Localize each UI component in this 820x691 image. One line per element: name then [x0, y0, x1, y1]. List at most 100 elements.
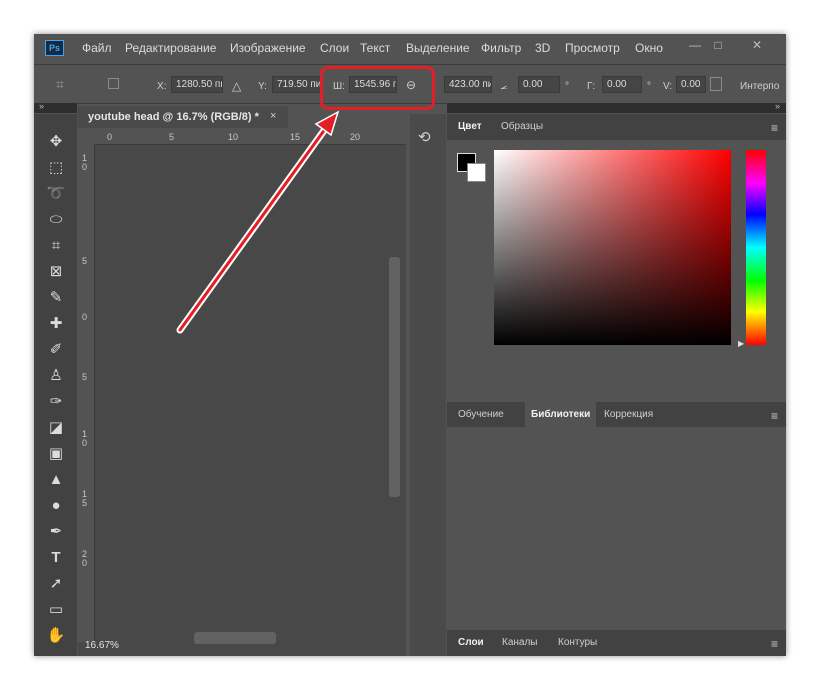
warp-icon[interactable] — [710, 77, 722, 91]
angle-field[interactable]: 0.00 — [518, 76, 560, 93]
document-close-icon[interactable]: × — [270, 110, 276, 122]
angle-icon: ⦟ — [500, 78, 508, 92]
ruler-left-label: 2 0 — [82, 549, 88, 568]
frame-icon[interactable]: ⊠ — [46, 262, 66, 282]
history-brush-icon[interactable]: ✑ — [46, 392, 66, 412]
menu-text[interactable]: Текст — [360, 41, 390, 55]
y-label: Y: — [258, 81, 267, 92]
ruler-left-label: 1 0 — [82, 429, 88, 448]
tab-paths[interactable]: Контуры — [558, 637, 597, 648]
healing-icon[interactable]: ✚ — [46, 314, 66, 334]
move-icon[interactable]: ✥ — [46, 132, 66, 152]
color-panel-tabs: Цвет Образцы ≡ — [447, 114, 786, 140]
menu-view[interactable]: Просмотр — [565, 41, 620, 55]
document-tab[interactable]: youtube head @ 16.7% (RGB/8) * × — [78, 106, 288, 128]
close-window-button[interactable]: ✕ — [746, 38, 768, 52]
ruler-top-label: 0 — [107, 132, 113, 142]
ruler-top-label: 15 — [290, 132, 301, 142]
x-label: X: — [157, 81, 167, 92]
path-select-icon[interactable]: ➚ — [46, 574, 66, 594]
dodge-icon[interactable]: ● — [46, 496, 66, 516]
interpolation-label[interactable]: Интерпо — [740, 81, 779, 92]
ruler-left-label: 0 — [82, 312, 88, 322]
x-field[interactable]: 1280.50 пи — [171, 76, 223, 93]
menu-window[interactable]: Окно — [635, 41, 663, 55]
menu-select[interactable]: Выделение — [406, 41, 470, 55]
panel-menu-icon[interactable]: ≡ — [771, 121, 778, 135]
libraries-panel-body — [447, 427, 786, 623]
stamp-icon[interactable]: ♙ — [46, 366, 66, 386]
rectangle-icon[interactable]: ▭ — [46, 600, 66, 620]
crop-icon[interactable]: ⌗ — [46, 236, 66, 256]
blur-icon[interactable]: ▲ — [46, 470, 66, 490]
degree-label-2: ° — [647, 81, 651, 92]
transform-icon: ⌗ — [56, 76, 64, 92]
y-field[interactable]: 719.50 пи — [272, 76, 322, 93]
hue-pointer-icon: ▶ — [738, 339, 745, 348]
history-icon[interactable]: ⟲ — [418, 128, 431, 146]
hue-slider[interactable] — [746, 150, 766, 345]
lasso-icon[interactable]: ➰ — [46, 184, 66, 204]
ruler-left-label: 1 5 — [82, 489, 88, 508]
tab-channels[interactable]: Каналы — [502, 637, 538, 648]
ruler-left-label: 1 0 — [82, 153, 88, 172]
horizontal-ruler: 0 5 10 15 20 — [78, 130, 406, 145]
marquee-icon[interactable]: ⬚ — [46, 158, 66, 178]
ruler-top-label: 5 — [169, 132, 175, 142]
text-icon[interactable]: T — [46, 548, 66, 568]
vertical-ruler: 1 0 5 0 5 1 0 1 5 2 0 — [78, 144, 95, 642]
panel-menu-icon[interactable]: ≡ — [771, 637, 778, 651]
eraser-icon[interactable]: ◪ — [46, 418, 66, 438]
menu-edit[interactable]: Редактирование — [125, 41, 216, 55]
panel-menu-icon[interactable]: ≡ — [771, 409, 778, 423]
menu-file[interactable]: Файл — [82, 41, 112, 55]
tab-libraries[interactable]: Библиотеки — [525, 402, 597, 428]
menu-filter[interactable]: Фильтр — [481, 41, 521, 55]
height-field[interactable]: 423.00 пи — [444, 76, 492, 93]
reference-point-checkbox[interactable] — [108, 78, 119, 89]
ruler-top-label: 20 — [350, 132, 361, 142]
menu-image[interactable]: Изображение — [230, 41, 306, 55]
vertical-scrollbar[interactable] — [389, 257, 400, 497]
degree-label: ° — [565, 81, 569, 92]
background-color-swatch[interactable] — [467, 163, 486, 182]
g-label: Г: — [587, 81, 596, 92]
horizontal-scrollbar[interactable] — [194, 632, 276, 644]
library-panel-tabs: Обучение Библиотеки Коррекция ≡ — [447, 402, 786, 428]
tab-layers[interactable]: Слои — [458, 637, 484, 648]
pen-icon[interactable]: ✒ — [46, 522, 66, 542]
panel-collapse-strip[interactable]: » — [447, 101, 786, 113]
toolbar-collapse-strip[interactable]: » — [34, 101, 77, 113]
document-tab-title: youtube head @ 16.7% (RGB/8) * — [88, 111, 259, 123]
hand-icon[interactable]: ✋ — [46, 626, 66, 646]
width-field-highlight — [320, 66, 435, 110]
ruler-top-label: 10 — [228, 132, 239, 142]
menu-bar: Ps Файл Редактирование Изображение Слои … — [34, 34, 786, 62]
eyedropper-icon[interactable]: ✎ — [46, 288, 66, 308]
menu-layers[interactable]: Слои — [320, 41, 349, 55]
right-panels: Цвет Образцы ≡ ▶ Обучение Библиотеки Кор… — [447, 114, 786, 656]
quick-select-icon[interactable]: ⬭ — [46, 210, 66, 230]
collapsed-panel-dock: ⟲ — [410, 114, 446, 656]
canvas-area[interactable]: 0 5 10 15 20 1 0 5 0 5 1 0 1 5 2 0 — [78, 130, 406, 656]
delta-icon: △ — [232, 79, 242, 93]
ruler-left-label: 5 — [82, 372, 88, 382]
minimize-button[interactable]: — — [684, 38, 706, 52]
horizontal-skew-field[interactable]: 0.00 — [602, 76, 642, 93]
tools-panel: ✥ ⬚ ➰ ⬭ ⌗ ⊠ ✎ ✚ ✐ ♙ ✑ ◪ ▣ ▲ ● ✒ T ➚ ▭ ✋ — [34, 114, 77, 656]
tab-color[interactable]: Цвет — [458, 121, 482, 132]
tab-learn[interactable]: Обучение — [458, 409, 504, 420]
menu-3d[interactable]: 3D — [535, 41, 550, 55]
photoshop-logo-icon: Ps — [45, 40, 64, 56]
brush-icon[interactable]: ✐ — [46, 340, 66, 360]
vertical-skew-field[interactable]: 0.00 — [676, 76, 706, 93]
photoshop-window: Ps Файл Редактирование Изображение Слои … — [34, 34, 786, 656]
color-spectrum[interactable] — [494, 150, 731, 345]
tab-swatches[interactable]: Образцы — [501, 121, 543, 132]
tab-adjustments[interactable]: Коррекция — [604, 409, 653, 420]
maximize-button[interactable]: □ — [707, 38, 729, 52]
zoom-level[interactable]: 16.67% — [85, 640, 119, 651]
gradient-icon[interactable]: ▣ — [46, 444, 66, 464]
ruler-left-label: 5 — [82, 256, 88, 266]
v-label: V: — [663, 81, 673, 92]
